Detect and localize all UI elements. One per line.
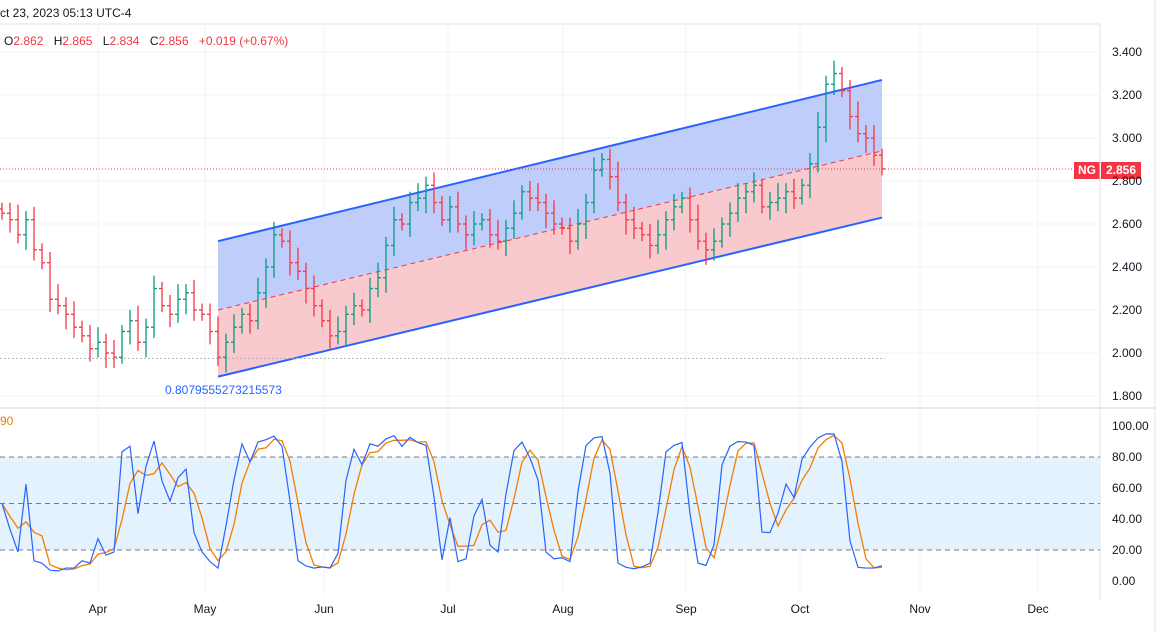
chart-svg[interactable]: Apr May Jun Jul Aug Sep Oct Nov Dec 3.400 3.200 3.0… <box>0 0 1165 632</box>
x-tick-label: Oct <box>791 602 810 616</box>
price-tick-label: 2.800 <box>1112 174 1142 188</box>
x-tick-label: May <box>194 602 217 616</box>
x-tick-label: Jul <box>440 602 455 616</box>
x-tick-label: Apr <box>89 602 108 616</box>
price-tick-label: 2.600 <box>1112 217 1142 231</box>
chart-window[interactable]: ct 23, 2023 05:13 UTC-4 O2.862 H2.865 L2… <box>0 0 1165 632</box>
price-tick-label: 2.400 <box>1112 260 1142 274</box>
price-tick-label: 1.800 <box>1112 389 1142 403</box>
x-tick-label: Aug <box>552 602 573 616</box>
stoch-tick-label: 20.00 <box>1112 543 1142 557</box>
x-tick-label: Sep <box>675 602 697 616</box>
x-tick-label: Jun <box>314 602 333 616</box>
x-tick-label: Dec <box>1027 602 1048 616</box>
x-tick-label: Nov <box>909 602 930 616</box>
price-tick-label: 3.000 <box>1112 131 1142 145</box>
channel-label: 0.8079555273215573 <box>165 383 282 397</box>
stoch-tick-label: 40.00 <box>1112 512 1142 526</box>
price-tick-label: 2.200 <box>1112 303 1142 317</box>
stoch-tick-label: 60.00 <box>1112 481 1142 495</box>
stoch-tick-label: 0.00 <box>1112 574 1136 588</box>
price-tick-label: 3.400 <box>1112 45 1142 59</box>
stoch-tick-label: 80.00 <box>1112 450 1142 464</box>
price-tick-label: 3.200 <box>1112 88 1142 102</box>
price-tick-label: 2.000 <box>1112 346 1142 360</box>
stoch-tick-label: 100.00 <box>1112 419 1149 433</box>
